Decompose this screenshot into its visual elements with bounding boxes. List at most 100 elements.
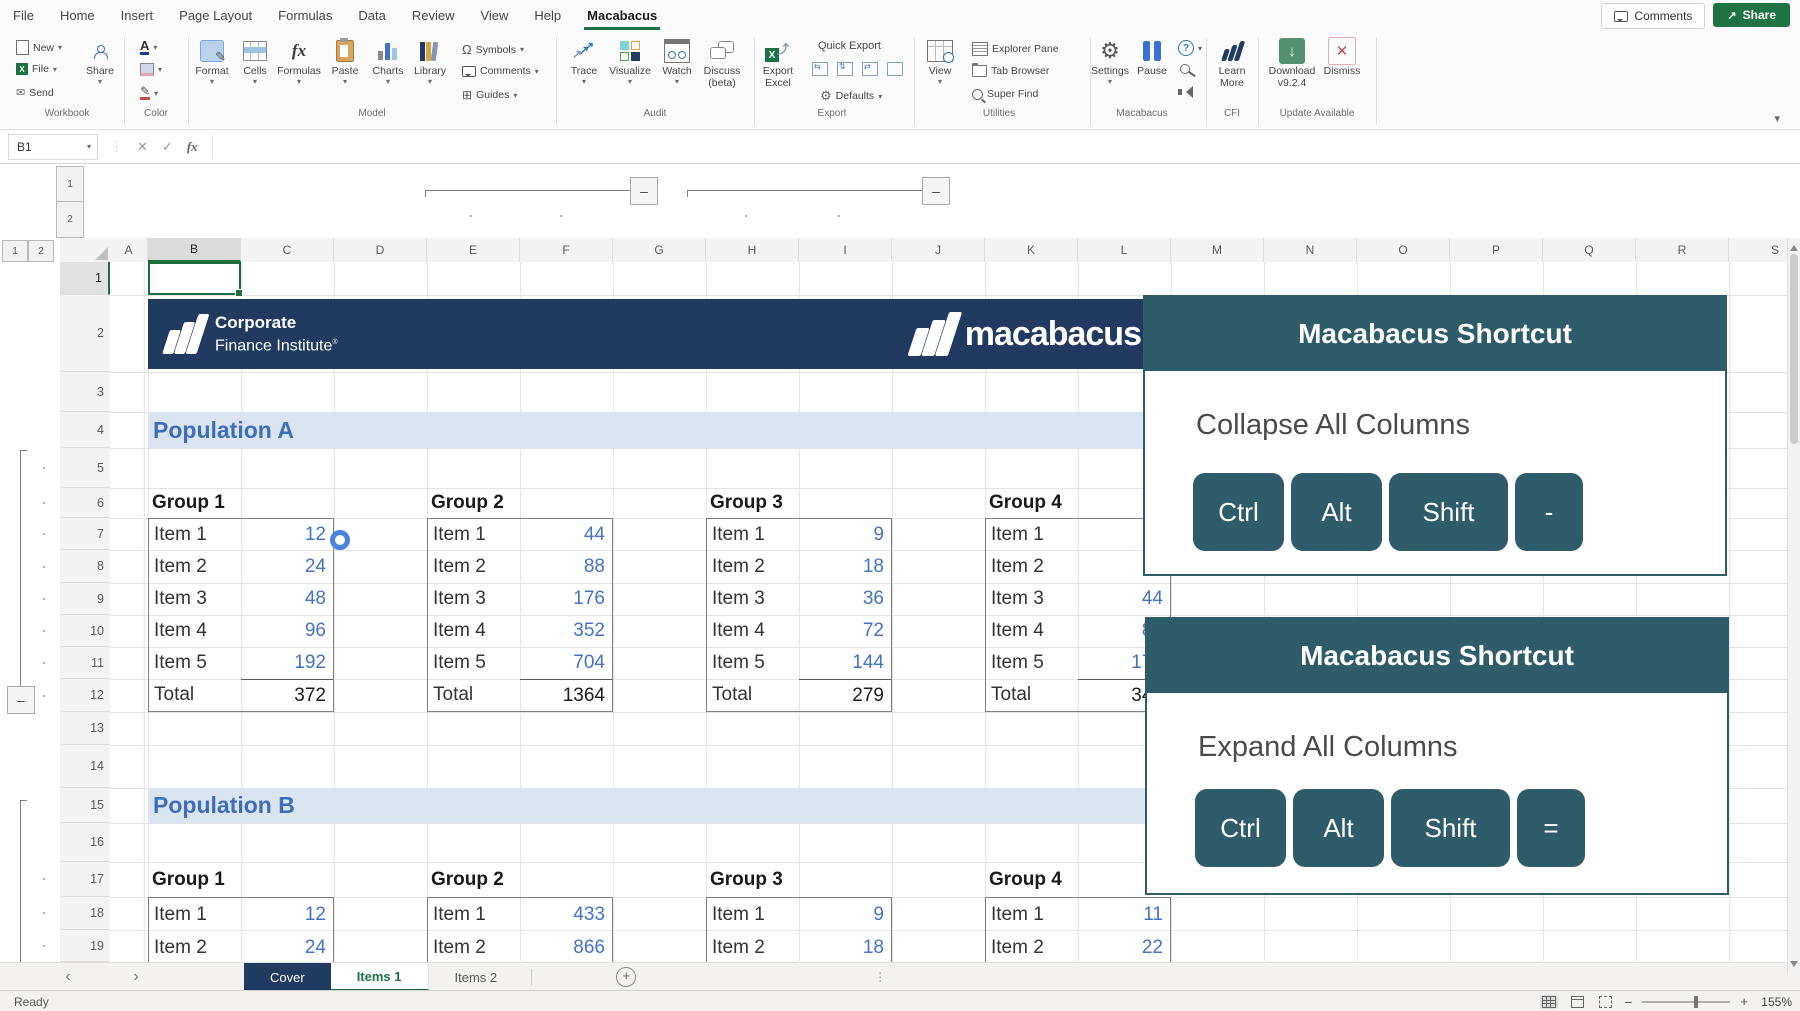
comments-button[interactable]: Comments [1601,3,1705,29]
table-row[interactable]: Item 4 88 [986,615,1170,647]
column-header[interactable]: L [1078,238,1171,262]
cancel-icon[interactable]: ✕ [137,139,148,155]
row-header[interactable]: 4 [60,412,110,448]
format-button[interactable]: Format ▾ [190,37,234,86]
row-header[interactable]: 13 [60,712,110,745]
table-row[interactable]: Item 5 192 [149,647,333,679]
active-cell-selection[interactable] [148,262,241,295]
quick-export-icon[interactable]: ⇅ [837,62,853,76]
row-header[interactable]: 15 [60,788,110,823]
explorer-pane-button[interactable]: Explorer Pane [972,42,1059,56]
new-sheet-button[interactable]: + [616,967,636,987]
sheet-tab-cover[interactable]: Cover [244,963,331,991]
table-row[interactable]: Item 5 704 [428,647,612,679]
zoom-percentage[interactable]: 155% [1758,995,1792,1009]
border-color-button[interactable]: ✎ ▾ [140,86,158,100]
table-row[interactable]: Item 5 144 [707,647,891,679]
export-excel-button[interactable]: X⤴ Export Excel [756,37,800,89]
cells-button[interactable]: Cells ▾ [233,37,277,86]
total-row[interactable]: Total 279 [707,679,891,711]
column-header[interactable]: S [1729,238,1788,262]
col-outline-level-2[interactable]: 2 [56,201,84,238]
tab-review[interactable]: Review [399,0,468,32]
watch-button[interactable]: Watch ▾ [655,37,699,86]
column-header[interactable]: N [1264,238,1357,262]
fill-color-button[interactable]: ▾ [140,63,162,76]
next-sheet-icon[interactable]: › [126,968,146,986]
formulas-button[interactable]: fx Formulas ▾ [277,37,321,86]
file-button[interactable]: X File ▾ [16,63,57,75]
font-color-button[interactable]: A ▾ [140,40,157,55]
column-header[interactable]: D [334,238,427,262]
tab-page-layout[interactable]: Page Layout [166,0,265,32]
column-header[interactable]: I [799,238,892,262]
tab-help[interactable]: Help [521,0,574,32]
tab-data[interactable]: Data [345,0,398,32]
normal-view-button[interactable] [1540,995,1558,1009]
table-row[interactable]: Item 3 48 [149,583,333,615]
quick-export-icon[interactable]: ⇆ [812,62,828,76]
page-layout-view-button[interactable] [1568,995,1586,1009]
column-header[interactable]: J [892,238,985,262]
column-header[interactable]: F [520,238,613,262]
quick-export-icon[interactable] [887,62,903,76]
quick-export-icon[interactable]: ⇄ [862,62,878,76]
tab-home[interactable]: Home [47,0,108,32]
tab-macabacus[interactable]: Macabacus [574,0,670,32]
tab-file[interactable]: File [0,0,47,32]
table-row[interactable]: Item 1 433 [428,898,612,931]
visualize-button[interactable]: Visualize ▾ [608,37,652,86]
row-header[interactable]: 1 [60,262,110,295]
send-button[interactable]: ✉ Send [16,86,54,99]
table-row[interactable]: Item 1 9 [707,519,891,551]
sheet-tab-items1[interactable]: Items 1 [331,963,429,991]
table-row[interactable]: Item 2 866 [428,931,612,962]
table-row[interactable]: Item 4 352 [428,615,612,647]
tab-view[interactable]: View [467,0,521,32]
zoom-slider[interactable] [1642,1001,1730,1003]
enter-icon[interactable]: ✓ [162,139,173,155]
row-header[interactable]: 16 [60,823,110,862]
vertical-scrollbar-thumb[interactable] [1790,254,1798,444]
table-row[interactable]: Item 3 176 [428,583,612,615]
column-header[interactable]: B [148,238,241,262]
column-header[interactable]: M [1171,238,1264,262]
column-header[interactable]: K [985,238,1078,262]
row-header[interactable]: 5 [60,448,110,488]
scroll-down-icon[interactable] [1790,961,1798,971]
super-find-button[interactable]: Super Find [972,88,1038,100]
column-header[interactable]: G [613,238,706,262]
select-all-corner[interactable] [60,238,111,263]
row-header[interactable]: 14 [60,745,110,788]
insert-function-icon[interactable]: fx [187,139,198,155]
table-row[interactable]: Item 1 44 [428,519,612,551]
column-header[interactable]: E [427,238,520,262]
view-button[interactable]: View ▾ [918,37,962,86]
total-row[interactable]: Total 1364 [428,679,612,711]
table-row[interactable]: Item 3 44 [986,583,1170,615]
sounds-button[interactable] [1178,86,1192,98]
pause-button[interactable]: Pause [1130,37,1174,77]
dismiss-button[interactable]: ✕ Dismiss [1320,37,1364,77]
share-workbook-button[interactable]: Share ▾ [78,37,122,86]
symbols-button[interactable]: Ω Symbols ▾ [462,42,524,57]
column-header[interactable]: C [241,238,334,262]
table-row[interactable]: Item 5 176 [986,647,1170,679]
col-outline-level-1[interactable]: 1 [56,166,84,203]
row-outline-level-1[interactable]: 1 [2,240,28,262]
guides-button[interactable]: ⊞ Guides ▾ [462,88,517,102]
table-row[interactable]: Item 4 96 [149,615,333,647]
table-row[interactable]: Item 4 72 [707,615,891,647]
collapse-columns-button[interactable]: – [630,177,658,205]
column-header[interactable]: P [1450,238,1543,262]
collapse-ribbon-icon[interactable]: ▾ [1774,112,1780,125]
table-row[interactable]: Item 1 12 [149,898,333,931]
share-button[interactable]: ↗ Share [1713,3,1790,27]
learn-more-button[interactable]: Learn More [1210,37,1254,89]
table-row[interactable]: Item 2 22 [986,931,1170,962]
download-button[interactable]: ↓ Download v9.2.4 [1270,37,1314,89]
license-button[interactable] [1180,64,1190,74]
sheet-tab-items2[interactable]: Items 2 [429,963,524,991]
zoom-slider-thumb[interactable] [1694,996,1698,1008]
name-box[interactable]: B1 ▾ [8,134,98,160]
